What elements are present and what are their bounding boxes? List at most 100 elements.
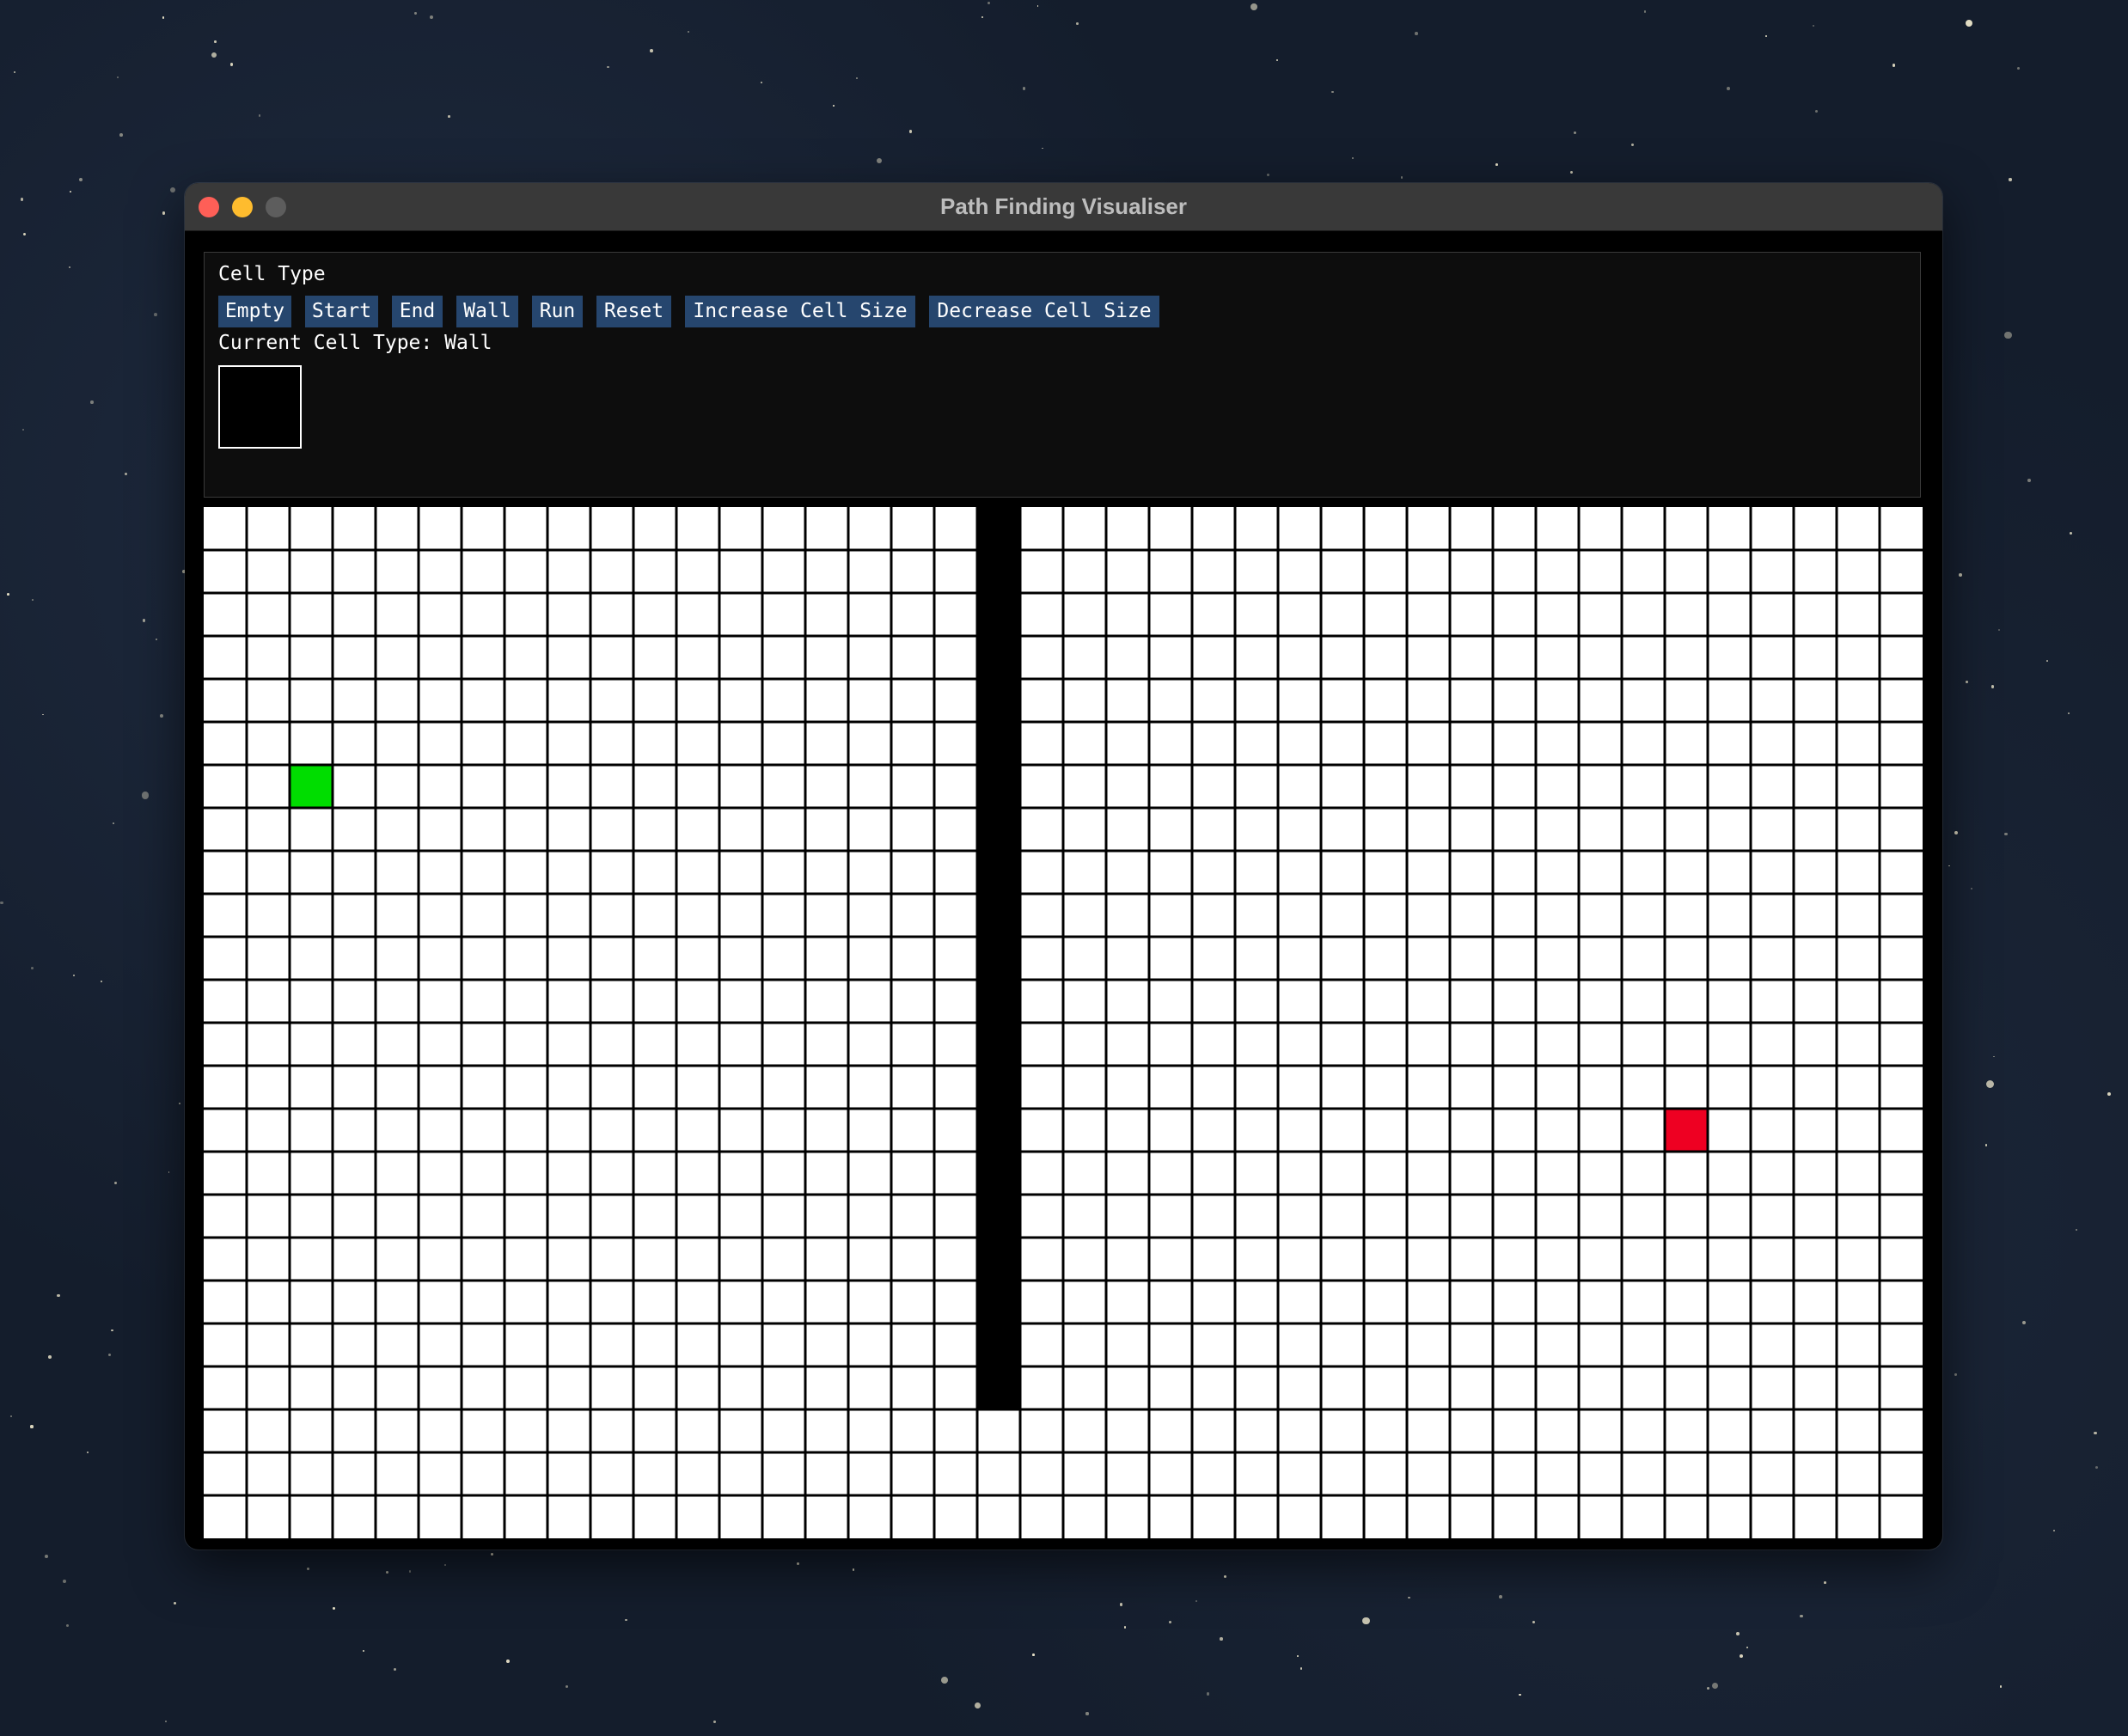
star [2094, 1432, 2097, 1435]
star [142, 619, 145, 622]
run-button[interactable]: Run [532, 296, 583, 327]
star [490, 1552, 493, 1556]
wall-cell[interactable] [977, 808, 1020, 851]
wall-cell[interactable] [977, 1281, 1020, 1323]
star [1764, 35, 1767, 38]
star [1954, 831, 1959, 835]
wall-cell[interactable] [977, 722, 1020, 765]
star [1223, 1575, 1227, 1579]
wall-cell[interactable] [977, 1109, 1020, 1152]
star [20, 198, 24, 201]
increase-cell-size-button[interactable]: Increase Cell Size [685, 296, 915, 327]
star [2027, 478, 2031, 482]
empty-button[interactable]: Empty [218, 296, 291, 327]
wall-cell[interactable] [977, 507, 1020, 550]
star [124, 472, 128, 476]
star [1032, 1653, 1035, 1656]
star [909, 130, 913, 133]
wall-cell[interactable] [977, 550, 1020, 593]
star [2053, 1530, 2056, 1532]
star [688, 30, 690, 33]
current-cell-type-swatch [218, 365, 302, 449]
star [1297, 1655, 1299, 1657]
star [86, 1451, 89, 1454]
title-bar[interactable]: Path Finding Visualiser [185, 183, 1942, 231]
star [1800, 1614, 1803, 1617]
current-cell-type-label: Current Cell Type: Wall [218, 332, 492, 354]
star [606, 65, 609, 69]
wall-cell[interactable] [977, 1152, 1020, 1195]
wall-cell[interactable] [977, 937, 1020, 980]
star [1893, 64, 1896, 67]
star [69, 190, 72, 193]
star [165, 1721, 167, 1723]
end-button[interactable]: End [392, 296, 443, 327]
star [1948, 865, 1951, 867]
wall-cell[interactable] [977, 679, 1020, 722]
star [414, 12, 417, 15]
star [79, 178, 83, 182]
star [1727, 86, 1731, 90]
star [2107, 1092, 2111, 1097]
decrease-cell-size-button[interactable]: Decrease Cell Size [929, 296, 1159, 327]
star [1959, 572, 1962, 577]
star [712, 1720, 717, 1724]
start-button[interactable]: Start [305, 296, 378, 327]
wall-cell[interactable] [977, 1323, 1020, 1366]
grid-canvas[interactable] [204, 507, 1923, 1538]
star [760, 82, 762, 84]
wall-cell[interactable] [977, 1023, 1020, 1066]
star [155, 638, 157, 640]
start-cell[interactable] [290, 765, 333, 808]
star [981, 15, 984, 19]
star [1966, 19, 1973, 28]
star [30, 967, 34, 970]
path-grid[interactable] [204, 507, 1923, 1538]
wall-cell[interactable] [977, 851, 1020, 894]
star [1351, 157, 1354, 160]
star [1532, 1620, 1535, 1624]
star [1362, 1617, 1370, 1625]
star [430, 15, 434, 20]
star [1076, 22, 1079, 26]
star [179, 1103, 180, 1104]
star [1999, 1684, 2003, 1688]
star [505, 1660, 510, 1663]
wall-cell[interactable] [977, 1066, 1020, 1109]
wall-cell[interactable] [977, 1366, 1020, 1409]
star [650, 49, 654, 52]
star [66, 1624, 70, 1628]
star [625, 1618, 627, 1622]
wall-cell[interactable] [977, 636, 1020, 679]
wall-cell[interactable] [977, 593, 1020, 636]
star [1498, 1594, 1502, 1598]
star [565, 1684, 568, 1689]
star [1992, 1055, 1995, 1058]
wall-cell[interactable] [977, 980, 1020, 1023]
star [2022, 1321, 2027, 1325]
star [332, 1607, 335, 1611]
wall-cell[interactable] [977, 894, 1020, 937]
star [1814, 109, 1819, 113]
star [1706, 1687, 1709, 1690]
star [853, 1568, 855, 1571]
star [2004, 331, 2012, 339]
star [1022, 87, 1026, 90]
star [48, 1354, 52, 1359]
star [100, 980, 103, 983]
star [30, 1425, 34, 1428]
wall-cell[interactable] [977, 1238, 1020, 1281]
star [0, 901, 3, 905]
star [1643, 10, 1647, 13]
star [1746, 1646, 1748, 1648]
wall-cell[interactable] [977, 1195, 1020, 1238]
star [408, 1570, 412, 1573]
star [2009, 178, 2012, 181]
end-cell[interactable] [1665, 1109, 1708, 1152]
wall-cell[interactable] [977, 765, 1020, 808]
wall-button[interactable]: Wall [456, 296, 518, 327]
star [1570, 170, 1574, 174]
star [1195, 1600, 1197, 1602]
star [1119, 1603, 1123, 1606]
reset-button[interactable]: Reset [596, 296, 671, 327]
